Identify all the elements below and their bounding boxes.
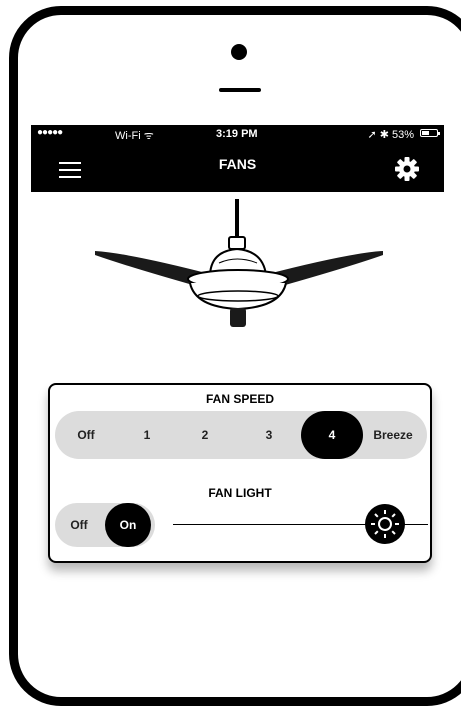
light-on-option[interactable]: On <box>105 503 151 547</box>
fan-speed-option[interactable]: Off <box>55 411 117 459</box>
sun-icon <box>371 510 399 538</box>
fan-speed-label: FAN SPEED <box>205 392 274 406</box>
fan-speed-option[interactable]: 1 <box>117 411 177 459</box>
app-screen: ●●●●● Wi-Fi ᯤ 3:19 PM ➚ ✱ 53% FANS FAN S… <box>31 125 444 655</box>
camera-icon <box>231 44 247 60</box>
speaker-grille <box>219 88 261 92</box>
battery-icon <box>420 129 440 137</box>
navigation-bar: FANS <box>31 142 444 192</box>
fan-speed-option[interactable]: Breeze <box>359 411 427 459</box>
fan-speed-selector: Off 1 2 3 4 Breeze <box>55 411 427 459</box>
battery-fill <box>422 131 430 135</box>
ceiling-fan-illustration <box>95 199 383 327</box>
wifi-indicator: Wi-Fi ᯤ <box>115 130 154 142</box>
status-time: 3:19 PM <box>216 128 258 140</box>
fan-light-label: FAN LIGHT <box>208 486 272 500</box>
fan-speed-option[interactable]: 4 <box>301 411 363 459</box>
fan-speed-option[interactable]: 2 <box>175 411 235 459</box>
fan-light-toggle: Off On <box>55 503 155 547</box>
page-title: FANS <box>218 156 257 172</box>
signal-strength: ●●●●● <box>37 127 63 138</box>
status-bar: ●●●●● Wi-Fi ᯤ 3:19 PM ➚ ✱ 53% <box>31 125 444 142</box>
fan-speed-option[interactable]: 3 <box>239 411 299 459</box>
brightness-slider-knob[interactable] <box>365 504 405 544</box>
gear-icon[interactable] <box>394 156 420 182</box>
status-right-indicators: ➚ ✱ 53% <box>367 129 414 141</box>
fan-control-panel: FAN SPEED Off 1 2 3 4 Breeze FAN LIGHT Off On <box>48 383 432 563</box>
light-off-option[interactable]: Off <box>55 503 103 547</box>
